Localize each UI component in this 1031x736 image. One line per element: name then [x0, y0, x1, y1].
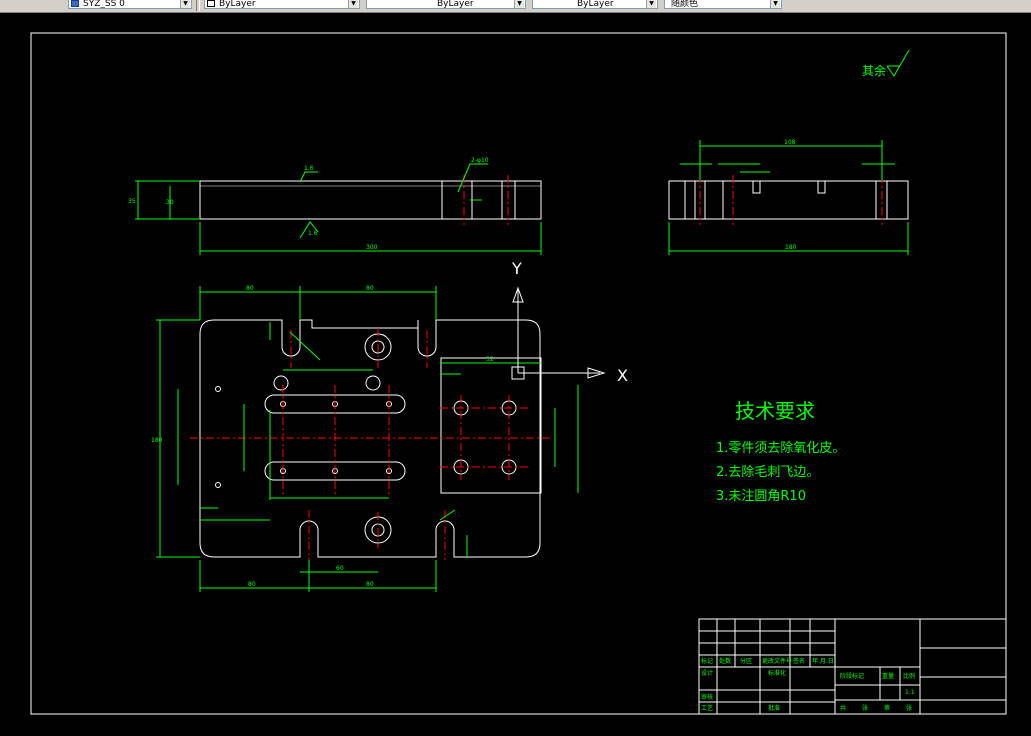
tb-info: 阶段标记 — [840, 672, 864, 680]
drawing-canvas[interactable]: 其余 300 35 30 1.6 1.6 2-φ10 180 108 80 80… — [0, 13, 1031, 736]
tb-row: 工艺 — [701, 704, 713, 712]
tb-header: 年.月.日 — [812, 657, 834, 665]
plan-view: 80 80 180 80 80 60 32 — [151, 285, 579, 592]
plotstyle-combo-value: 随颜色 — [671, 0, 699, 9]
dim-front-height-right: 30 — [166, 199, 174, 206]
technical-requirements: 技术要求 1.零件须去除氧化皮。 2.去除毛刺飞边。 3.未注圆角R10 — [716, 399, 845, 504]
chevron-down-icon[interactable]: ▼ — [770, 0, 780, 8]
color-combo-value: ByLayer — [219, 0, 256, 9]
lineweight-combo-value: ByLayer — [577, 0, 614, 9]
lineweight-combo[interactable]: ByLayer ▼ — [532, 0, 658, 9]
dim-plan-bottom1: 80 — [248, 581, 256, 588]
rough-top-label: 1.6 — [304, 165, 314, 172]
tb-header: 标记 — [701, 657, 713, 665]
linetype-combo-value: ByLayer — [437, 0, 474, 9]
layer-state-icon — [71, 0, 79, 7]
front-section-view: 300 35 30 1.6 1.6 2-φ10 — [128, 157, 542, 255]
tb-sheet: 张 — [862, 704, 868, 712]
chevron-down-icon[interactable]: ▼ — [646, 0, 656, 8]
linetype-combo[interactable]: ByLayer ▼ — [366, 0, 526, 9]
ucs-icon: X Y — [511, 259, 628, 385]
chevron-down-icon[interactable]: ▼ — [514, 0, 524, 8]
tech-item: 1.零件须去除氧化皮。 — [716, 441, 845, 456]
tech-title: 技术要求 — [735, 399, 815, 423]
dim-front-length: 300 — [366, 244, 378, 251]
tech-item: 3.未注圆角R10 — [716, 489, 806, 504]
roughness-label: 其余 — [862, 63, 886, 78]
tb-sheet: 共 — [840, 704, 846, 712]
dim-plan-w2: 80 — [366, 285, 374, 292]
rough-bottom-label: 1.6 — [308, 230, 318, 237]
side-section-view: 180 108 — [668, 139, 909, 255]
color-swatch-icon — [207, 0, 215, 7]
hole-note: 2-φ10 — [471, 157, 489, 164]
tb-row: 设计 — [701, 669, 713, 677]
tb-header: 分区 — [740, 657, 752, 665]
axis-y-label: Y — [511, 259, 522, 278]
tb-header: 签名 — [793, 657, 805, 665]
tb-row: 标准化 — [768, 669, 786, 677]
tb-info: 重量 — [882, 672, 894, 680]
tb-row: 审核 — [701, 693, 713, 701]
dim-side-length: 180 — [785, 244, 797, 251]
chevron-down-icon[interactable]: ▼ — [348, 0, 358, 8]
dim-plan-inner: 60 — [336, 565, 344, 572]
tb-info: 比例 — [903, 672, 915, 680]
chevron-down-icon[interactable]: ▼ — [180, 0, 190, 8]
dim-side-top: 108 — [784, 139, 796, 146]
color-combo[interactable]: ByLayer ▼ — [204, 0, 360, 9]
tb-sheet: 第 — [884, 704, 890, 712]
title-block: 标记 处数 分区 更改文件号 签名 年.月.日 设计 标准化 审核 工艺 批准 … — [698, 618, 1007, 715]
plotstyle-combo[interactable]: 随颜色 ▼ — [664, 0, 782, 9]
axis-x-label: X — [617, 366, 628, 385]
tb-header: 更改文件号 — [762, 657, 792, 665]
dim-plan-height: 180 — [151, 437, 163, 444]
dim-plan-w1: 80 — [246, 285, 254, 292]
layer-combo-value: SYZ_SS 0 — [83, 0, 125, 9]
tb-header: 处数 — [719, 657, 731, 665]
dim-front-height-left: 35 — [128, 198, 136, 205]
tb-row: 批准 — [768, 704, 780, 712]
layer-combo[interactable]: SYZ_SS 0 ▼ — [68, 0, 192, 9]
dim-section-w: 32 — [486, 356, 494, 363]
properties-toolbar: SYZ_SS 0 ▼ ByLayer ▼ ByLayer ▼ ByLayer ▼… — [0, 0, 1031, 13]
roughness-note: 其余 — [862, 49, 910, 78]
toolbar-separator — [196, 0, 200, 11]
tb-sheet: 张 — [906, 704, 912, 712]
tb-info: 1:1 — [905, 689, 915, 696]
dim-plan-bottom2: 80 — [366, 581, 374, 588]
tech-item: 2.去除毛刺飞边。 — [716, 465, 819, 480]
roughness-symbol-icon — [886, 49, 910, 77]
